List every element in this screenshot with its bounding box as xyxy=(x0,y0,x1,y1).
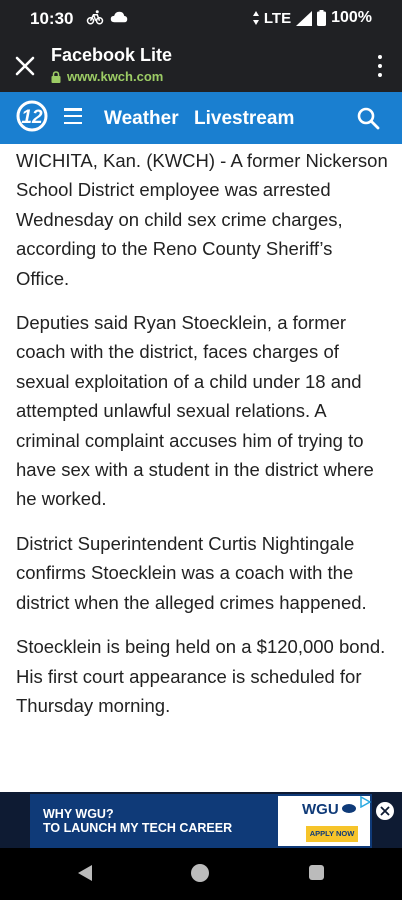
ad-apply-button[interactable]: APPLY NOW xyxy=(306,826,358,842)
hamburger-menu-icon[interactable] xyxy=(64,108,82,124)
ad-brand: WGU xyxy=(302,801,339,818)
site-navigation: 12 Weather Livestream xyxy=(0,92,402,144)
ad-close-button[interactable] xyxy=(376,802,394,820)
data-arrows-icon xyxy=(252,11,259,25)
article-paragraph: Stoecklein is being held on a $120,000 b… xyxy=(16,636,386,716)
system-navigation-bar xyxy=(0,848,402,900)
nav-link-livestream[interactable]: Livestream xyxy=(194,108,294,130)
app-title: Facebook Lite xyxy=(51,45,173,65)
search-icon[interactable] xyxy=(356,106,380,130)
ad-banner[interactable]: WHY WGU? TO LAUNCH MY TECH CAREER WGU AP… xyxy=(30,794,372,848)
ad-choices-icon[interactable] xyxy=(359,796,371,808)
network-type: LTE xyxy=(263,9,292,27)
signal-icon xyxy=(296,10,313,26)
ad-line-1: WHY WGU? xyxy=(43,807,114,821)
ad-brand-badge-icon xyxy=(342,804,356,813)
close-icon xyxy=(15,56,35,76)
ad-line-2: TO LAUNCH MY TECH CAREER xyxy=(43,821,233,835)
url-row: www.kwch.com xyxy=(51,69,163,84)
lock-icon xyxy=(51,70,61,83)
status-bar: 10:30 LTE 100% xyxy=(0,0,402,38)
back-icon[interactable] xyxy=(77,864,93,882)
station-logo[interactable]: 12 xyxy=(16,100,48,132)
battery-icon xyxy=(317,10,327,26)
home-icon[interactable] xyxy=(191,864,209,882)
station-logo-text: 12 xyxy=(21,107,43,128)
status-time: 10:30 xyxy=(30,9,74,28)
more-options-icon[interactable] xyxy=(376,55,384,77)
article-paragraph: WICHITA, Kan. (KWCH) - A former Nickerso… xyxy=(16,150,388,289)
close-button[interactable] xyxy=(10,51,40,81)
article-body: WICHITA, Kan. (KWCH) - A former Nickerso… xyxy=(16,146,388,735)
ad-banner-area: WHY WGU? TO LAUNCH MY TECH CAREER WGU AP… xyxy=(0,792,402,848)
article-paragraph: District Superintendent Curtis Nightinga… xyxy=(16,532,367,613)
article-paragraph: Deputies said Ryan Stoecklein, a former … xyxy=(16,312,374,510)
close-icon xyxy=(380,806,390,816)
browser-app-bar: Facebook Lite www.kwch.com xyxy=(0,38,402,92)
ad-brand-panel: WGU APPLY NOW xyxy=(278,796,370,846)
page-url: www.kwch.com xyxy=(67,69,164,84)
cloud-icon xyxy=(110,11,128,23)
bike-icon xyxy=(86,10,104,25)
recent-apps-icon[interactable] xyxy=(309,865,324,880)
battery-percent: 100% xyxy=(331,9,372,26)
nav-link-weather[interactable]: Weather xyxy=(104,108,179,130)
